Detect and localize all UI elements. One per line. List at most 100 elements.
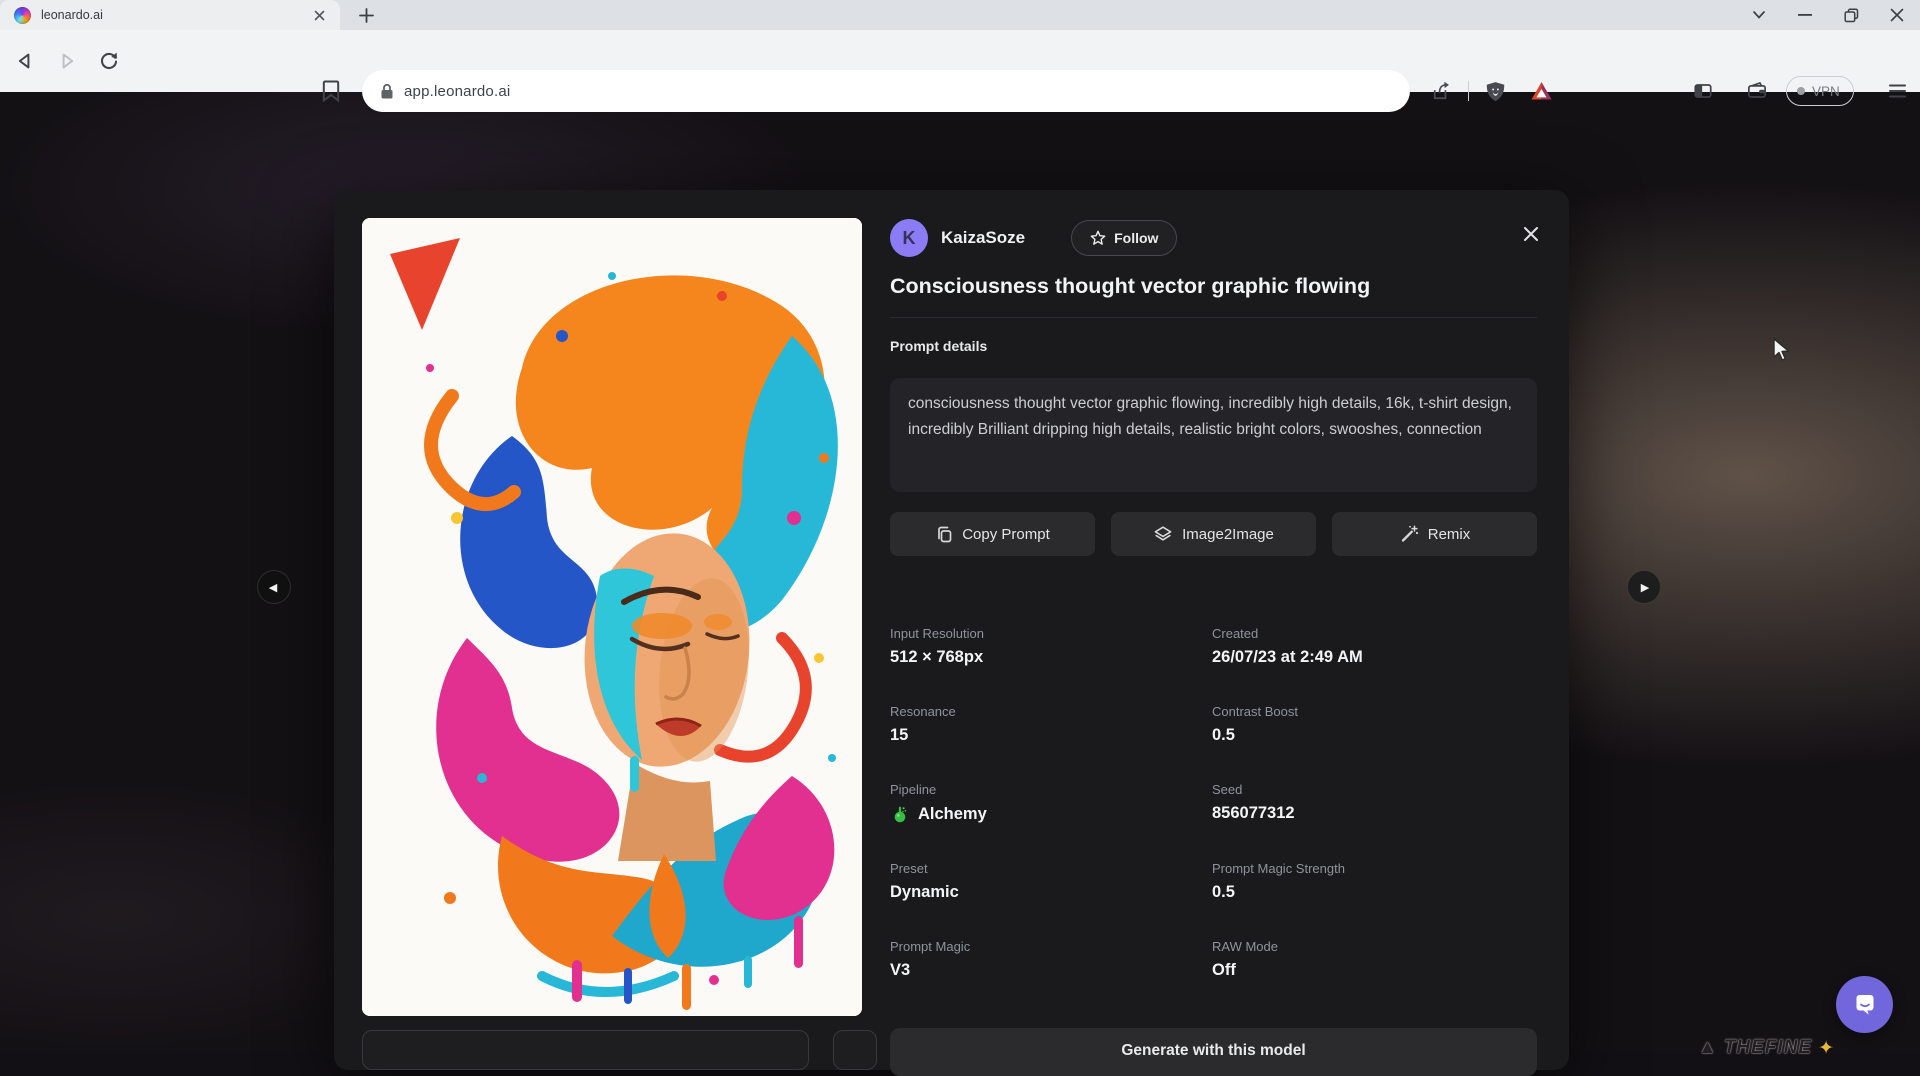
detail-value: 0.5 — [1212, 883, 1537, 902]
detail-seed: Seed 856077312 — [1212, 782, 1537, 824]
new-tab-button[interactable] — [352, 2, 380, 28]
tab-search-button[interactable] — [1736, 0, 1782, 30]
vpn-status-dot — [1797, 87, 1805, 95]
detail-panel: K KaizaSoze Follow Consciousness thought… — [890, 190, 1537, 1070]
share-button[interactable] — [1422, 74, 1456, 108]
reload-icon — [97, 49, 121, 73]
bat-triangle-icon — [1529, 79, 1554, 104]
brave-shields-button[interactable] — [1478, 74, 1512, 108]
detail-input-resolution: Input Resolution 512 × 768px — [890, 626, 1212, 667]
bottom-bar[interactable] — [362, 1030, 809, 1070]
detail-value: Dynamic — [890, 883, 1212, 902]
window-close-button[interactable] — [1874, 0, 1920, 30]
detail-label: Contrast Boost — [1212, 704, 1537, 719]
magic-wand-icon — [1399, 524, 1419, 544]
restore-button[interactable] — [1828, 0, 1874, 30]
plus-icon — [359, 8, 374, 23]
detail-prompt-magic-strength: Prompt Magic Strength 0.5 — [1212, 861, 1537, 902]
detail-value: 0.5 — [1212, 726, 1537, 745]
share-icon — [1427, 79, 1451, 103]
tab-title: leonardo.ai — [41, 8, 308, 22]
forward-button[interactable] — [50, 44, 84, 78]
detail-label: Prompt Magic Strength — [1212, 861, 1537, 876]
image2image-label: Image2Image — [1182, 526, 1274, 543]
divider — [890, 317, 1537, 318]
brave-shield-icon — [1483, 79, 1508, 104]
chat-fab-button[interactable] — [1836, 976, 1893, 1033]
remix-label: Remix — [1428, 526, 1471, 543]
close-icon — [1890, 8, 1904, 22]
modal-close-button[interactable] — [1519, 222, 1543, 246]
detail-value: 26/07/23 at 2:49 AM — [1212, 648, 1537, 667]
generate-with-model-button[interactable]: Generate with this model — [890, 1028, 1537, 1076]
detail-label: Input Resolution — [890, 626, 1212, 641]
detail-value: 15 — [890, 726, 1212, 745]
alchemy-flask-icon — [890, 804, 910, 824]
wallet-button[interactable] — [1740, 74, 1774, 108]
detail-label: Resonance — [890, 704, 1212, 719]
detail-value: 512 × 768px — [890, 648, 1212, 667]
prompt-text: consciousness thought vector graphic flo… — [908, 395, 1512, 438]
remix-button[interactable]: Remix — [1332, 512, 1537, 556]
layers-icon — [1153, 524, 1173, 544]
browser-tab[interactable]: leonardo.ai — [0, 0, 340, 30]
vpn-button[interactable]: VPN — [1786, 76, 1854, 106]
wallet-icon — [1745, 79, 1769, 103]
carousel-left-icon: ◀ — [269, 581, 277, 594]
detail-resonance: Resonance 15 — [890, 704, 1212, 745]
watermark-text: THEFINE — [1724, 1037, 1812, 1059]
detail-value: V3 — [890, 961, 1212, 980]
menu-button[interactable] — [1880, 74, 1914, 108]
minimize-button[interactable] — [1782, 0, 1828, 30]
watermark: ▲ THEFINE ✦ — [1698, 1037, 1835, 1060]
carousel-right-icon: ▶ — [1641, 581, 1649, 594]
bookmark-icon — [320, 79, 342, 103]
detail-label: Created — [1212, 626, 1537, 641]
detail-value: 856077312 — [1212, 804, 1537, 823]
detail-label: Pipeline — [890, 782, 1212, 797]
brave-rewards-button[interactable] — [1524, 74, 1558, 108]
sidebar-toggle-button[interactable] — [1686, 74, 1720, 108]
lock-icon — [380, 83, 394, 100]
detail-prompt-magic: Prompt Magic V3 — [890, 939, 1212, 980]
sidebar-icon — [1691, 79, 1715, 103]
image2image-button[interactable]: Image2Image — [1111, 512, 1316, 556]
reload-button[interactable] — [92, 44, 126, 78]
prompt-details-heading: Prompt details — [890, 338, 987, 354]
detail-pipeline: Pipeline Alchemy — [890, 782, 1212, 824]
user-avatar[interactable]: K — [890, 219, 928, 257]
follow-button[interactable]: Follow — [1071, 220, 1177, 256]
generated-image — [362, 218, 862, 1016]
bottom-square-button[interactable] — [833, 1030, 877, 1070]
sparkle-icon: ✦ — [1818, 1037, 1835, 1060]
copy-prompt-button[interactable]: Copy Prompt — [890, 512, 1095, 556]
address-bar[interactable]: app.leonardo.ai — [362, 70, 1410, 112]
user-name[interactable]: KaizaSoze — [941, 228, 1025, 248]
back-button[interactable] — [8, 44, 42, 78]
leonardo-favicon-icon — [14, 7, 31, 24]
image-title: Consciousness thought vector graphic flo… — [890, 274, 1530, 299]
url-text: app.leonardo.ai — [404, 83, 510, 100]
detail-contrast-boost: Contrast Boost 0.5 — [1212, 704, 1537, 745]
image-detail-modal: K KaizaSoze Follow Consciousness thought… — [334, 190, 1569, 1070]
watermark-triangle-icon: ▲ — [1698, 1037, 1718, 1059]
forward-icon — [55, 49, 79, 73]
chat-bubble-icon — [1850, 990, 1880, 1020]
detail-label: RAW Mode — [1212, 939, 1537, 954]
bookmark-button[interactable] — [314, 74, 348, 108]
mouse-cursor — [1772, 338, 1794, 362]
detail-value: Off — [1212, 961, 1537, 980]
details-grid: Input Resolution 512 × 768px Created 26/… — [890, 626, 1537, 980]
minimize-icon — [1798, 13, 1812, 17]
back-icon — [13, 49, 37, 73]
copy-icon — [935, 525, 953, 543]
hamburger-icon — [1889, 84, 1906, 98]
prev-image-button[interactable]: ◀ — [257, 570, 291, 604]
detail-label: Seed — [1212, 782, 1537, 797]
prompt-text-box: consciousness thought vector graphic flo… — [890, 378, 1537, 492]
next-image-button[interactable]: ▶ — [1627, 570, 1661, 604]
close-icon — [314, 10, 325, 21]
restore-icon — [1844, 8, 1859, 23]
tab-close-button[interactable] — [308, 4, 330, 26]
artwork-illustration — [362, 218, 862, 1016]
